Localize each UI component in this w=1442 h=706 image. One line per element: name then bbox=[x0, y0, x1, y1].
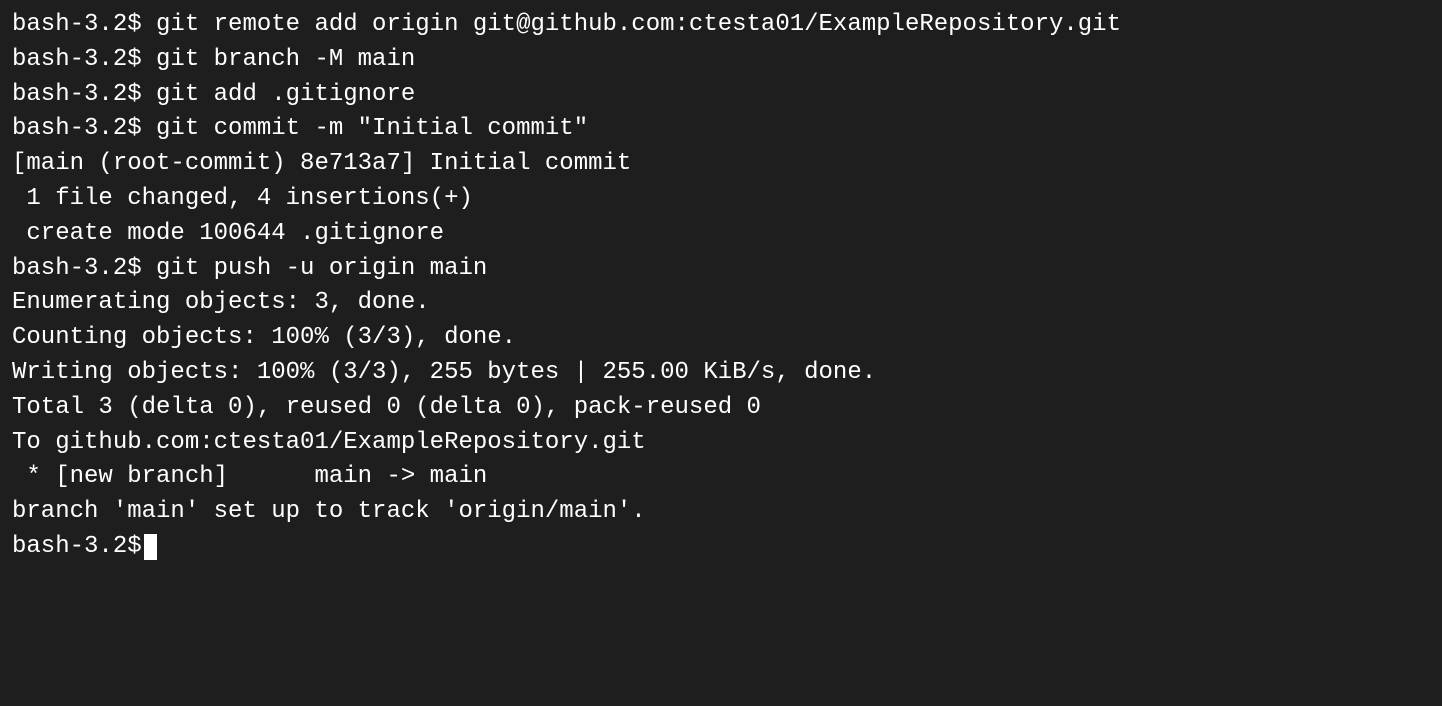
terminal-window[interactable]: bash-3.2$ git remote add origin git@gith… bbox=[12, 8, 1430, 565]
terminal-output-line: create mode 100644 .gitignore bbox=[12, 217, 1430, 252]
terminal-prompt-line[interactable]: bash-3.2$ bbox=[12, 530, 1430, 565]
terminal-output-line: bash-3.2$ git remote add origin git@gith… bbox=[12, 8, 1430, 43]
terminal-output-line: Counting objects: 100% (3/3), done. bbox=[12, 321, 1430, 356]
terminal-output-line: branch 'main' set up to track 'origin/ma… bbox=[12, 495, 1430, 530]
terminal-output-line: bash-3.2$ git branch -M main bbox=[12, 43, 1430, 78]
terminal-output-line: 1 file changed, 4 insertions(+) bbox=[12, 182, 1430, 217]
cursor-icon bbox=[144, 534, 157, 560]
terminal-output-line: Writing objects: 100% (3/3), 255 bytes |… bbox=[12, 356, 1430, 391]
terminal-output-line: bash-3.2$ git commit -m "Initial commit" bbox=[12, 112, 1430, 147]
terminal-output-line: bash-3.2$ git add .gitignore bbox=[12, 78, 1430, 113]
terminal-output-line: To github.com:ctesta01/ExampleRepository… bbox=[12, 426, 1430, 461]
terminal-output-line: * [new branch] main -> main bbox=[12, 460, 1430, 495]
terminal-output-line: bash-3.2$ git push -u origin main bbox=[12, 252, 1430, 287]
terminal-output-line: [main (root-commit) 8e713a7] Initial com… bbox=[12, 147, 1430, 182]
terminal-output-line: Enumerating objects: 3, done. bbox=[12, 286, 1430, 321]
terminal-output-line: Total 3 (delta 0), reused 0 (delta 0), p… bbox=[12, 391, 1430, 426]
terminal-prompt: bash-3.2$ bbox=[12, 530, 142, 565]
